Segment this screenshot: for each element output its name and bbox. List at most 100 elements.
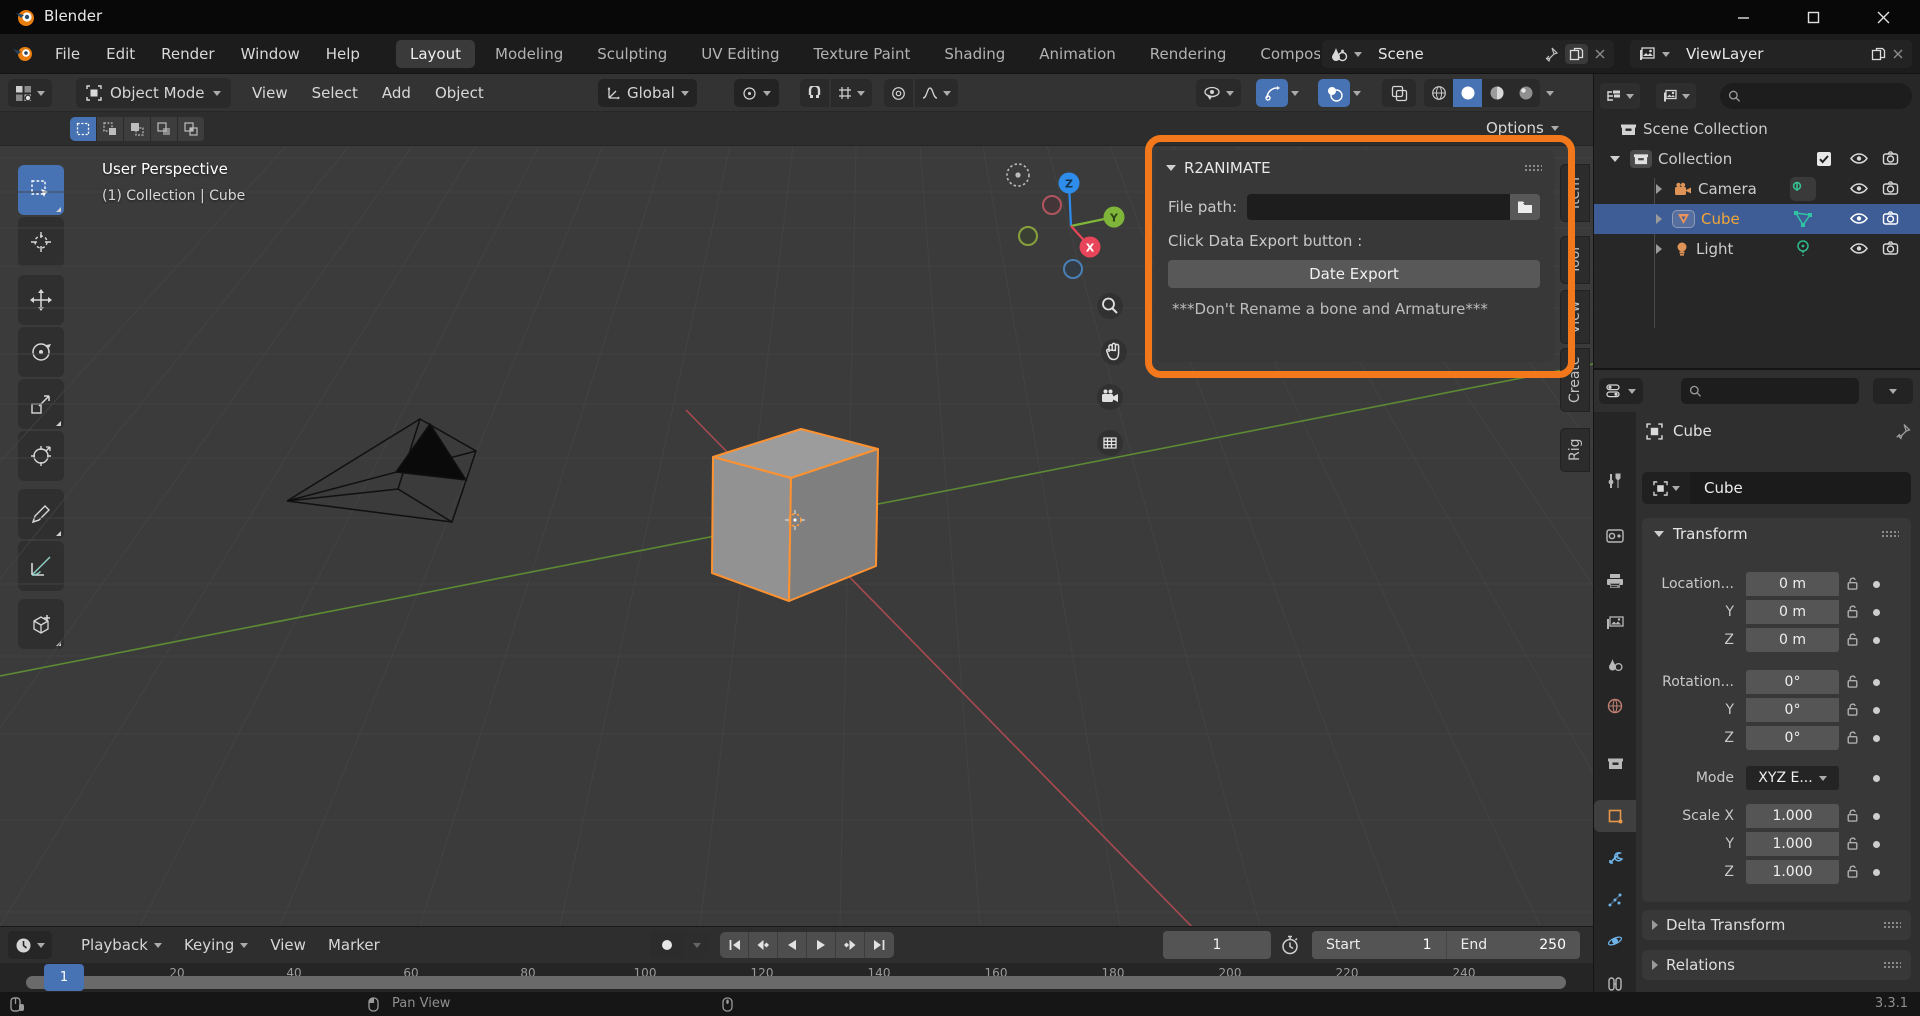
- menu-edit[interactable]: Edit: [93, 45, 148, 63]
- rotation-x-field[interactable]: 0°: [1746, 670, 1839, 694]
- hide-eye-toggle[interactable]: [1850, 181, 1868, 196]
- menu-select[interactable]: Select: [300, 84, 370, 102]
- mode-dropdown[interactable]: Object Mode: [76, 78, 231, 108]
- jump-to-end-button[interactable]: [865, 932, 894, 958]
- animate-dot[interactable]: [1873, 869, 1880, 876]
- properties-tab-tool[interactable]: [1594, 466, 1636, 496]
- auto-keying-toggle[interactable]: [650, 931, 684, 959]
- properties-tab-physics[interactable]: [1594, 926, 1636, 956]
- disable-render-toggle[interactable]: [1882, 241, 1899, 256]
- sidebar-tab-item[interactable]: Item: [1560, 164, 1590, 222]
- pan-view-button[interactable]: [1100, 338, 1128, 366]
- play-button[interactable]: [807, 932, 836, 958]
- menu-keying[interactable]: Keying: [173, 936, 259, 954]
- xray-toggle[interactable]: [1382, 79, 1416, 107]
- disable-render-toggle[interactable]: [1882, 211, 1899, 226]
- chevron-down-icon[interactable]: [1353, 91, 1361, 96]
- lock-icon[interactable]: [1845, 836, 1860, 851]
- tab-texture-paint[interactable]: Texture Paint: [800, 40, 925, 68]
- outliner-row-label[interactable]: Cube: [1701, 210, 1740, 228]
- properties-tab-world[interactable]: [1594, 691, 1636, 721]
- sidebar-tab-view[interactable]: View: [1560, 290, 1590, 344]
- animate-dot[interactable]: [1873, 707, 1880, 714]
- tab-layout[interactable]: Layout: [396, 40, 475, 68]
- tool-add-cube[interactable]: [18, 599, 64, 649]
- viewlayer-name[interactable]: ViewLayer: [1686, 45, 1865, 63]
- properties-editor-type-button[interactable]: [1599, 378, 1643, 404]
- outliner-row-label[interactable]: Collection: [1658, 150, 1732, 168]
- animate-dot[interactable]: [1873, 735, 1880, 742]
- pin-icon[interactable]: [1543, 46, 1559, 62]
- menu-add[interactable]: Add: [370, 84, 423, 102]
- delta-transform-section[interactable]: Delta Transform: [1642, 910, 1911, 940]
- location-y-field[interactable]: 0 m: [1746, 600, 1839, 624]
- tab-shading[interactable]: Shading: [930, 40, 1019, 68]
- lock-icon[interactable]: [1845, 864, 1860, 879]
- proportional-edit-toggle[interactable]: [884, 79, 913, 107]
- lock-icon[interactable]: [1845, 808, 1860, 823]
- shading-wireframe-button[interactable]: [1424, 79, 1453, 107]
- properties-tab-scene[interactable]: [1594, 650, 1636, 680]
- outliner-search-input[interactable]: [1747, 88, 1904, 104]
- properties-tab-modifiers[interactable]: [1594, 842, 1636, 872]
- duplicate-icon[interactable]: [1871, 47, 1886, 61]
- menu-view[interactable]: View: [259, 936, 317, 954]
- properties-search-input[interactable]: [1707, 383, 1851, 399]
- outliner-display-mode-button[interactable]: [1656, 83, 1696, 109]
- editor-type-button[interactable]: [8, 79, 52, 107]
- expand-caret-icon[interactable]: [1656, 184, 1662, 194]
- lock-icon[interactable]: [1845, 702, 1860, 717]
- current-frame-field[interactable]: 1: [1163, 931, 1271, 959]
- tool-measure[interactable]: [18, 541, 64, 591]
- menu-object[interactable]: Object: [423, 84, 496, 102]
- properties-search[interactable]: [1681, 378, 1859, 404]
- tool-annotate[interactable]: [18, 489, 64, 539]
- options-dropdown[interactable]: Options: [1486, 119, 1559, 137]
- gizmos-toggle[interactable]: [1256, 79, 1288, 107]
- gizmo-minus-x-axis[interactable]: [1043, 196, 1061, 214]
- tool-move[interactable]: [18, 275, 64, 325]
- tab-modeling[interactable]: Modeling: [481, 40, 577, 68]
- disable-render-toggle[interactable]: [1882, 181, 1899, 196]
- timeline-ruler[interactable]: 20 40 60 80 100 120 140 160 180 200 220 …: [0, 963, 1593, 993]
- chevron-down-icon[interactable]: [1291, 91, 1299, 96]
- shading-rendered-button[interactable]: [1511, 79, 1540, 107]
- unlink-scene-icon[interactable]: [1594, 48, 1606, 60]
- expand-caret-icon[interactable]: [1656, 244, 1662, 254]
- scale-z-field[interactable]: 1.000: [1746, 860, 1839, 884]
- tool-scale[interactable]: [18, 379, 64, 429]
- outliner-search[interactable]: [1720, 83, 1912, 109]
- navigation-gizmo[interactable]: Z Y X: [990, 158, 1140, 288]
- animate-dot[interactable]: [1873, 609, 1880, 616]
- select-mode-intersect[interactable]: [178, 117, 205, 141]
- close-button[interactable]: [1860, 0, 1906, 34]
- timeline-editor-type-button[interactable]: [8, 931, 52, 959]
- outliner-row-light[interactable]: Light: [1594, 234, 1920, 264]
- outliner-editor-type-button[interactable]: [1600, 83, 1640, 109]
- play-reverse-button[interactable]: [778, 932, 807, 958]
- menu-help[interactable]: Help: [313, 45, 373, 63]
- chevron-down-icon[interactable]: [1546, 91, 1554, 96]
- outliner-row-label[interactable]: Light: [1696, 240, 1733, 258]
- relations-section[interactable]: Relations: [1642, 950, 1911, 980]
- blender-menu-icon[interactable]: [12, 45, 36, 63]
- select-mode-extend[interactable]: [97, 117, 124, 141]
- outliner-row-scene-collection[interactable]: Scene Collection: [1594, 114, 1920, 144]
- animate-dot[interactable]: [1873, 679, 1880, 686]
- menu-marker[interactable]: Marker: [317, 936, 391, 954]
- lock-icon[interactable]: [1845, 730, 1860, 745]
- animate-dot[interactable]: [1873, 581, 1880, 588]
- hide-eye-toggle[interactable]: [1850, 241, 1868, 256]
- r2animate-panel-header[interactable]: R2ANIMATE: [1154, 150, 1554, 186]
- sidebar-tab-create[interactable]: Create: [1560, 348, 1590, 412]
- properties-options-dropdown[interactable]: [1873, 378, 1913, 404]
- gizmo-minus-y-axis[interactable]: [1019, 227, 1037, 245]
- tab-compositing[interactable]: Compositing: [1246, 40, 1320, 68]
- panel-grip-icon[interactable]: [1881, 530, 1899, 538]
- previous-keyframe-button[interactable]: [749, 932, 778, 958]
- menu-playback[interactable]: Playback: [70, 936, 173, 954]
- outliner-row-cube[interactable]: Cube: [1594, 204, 1920, 234]
- remove-viewlayer-icon[interactable]: [1892, 48, 1904, 60]
- maximize-button[interactable]: [1790, 0, 1836, 34]
- pin-icon[interactable]: [1894, 423, 1911, 440]
